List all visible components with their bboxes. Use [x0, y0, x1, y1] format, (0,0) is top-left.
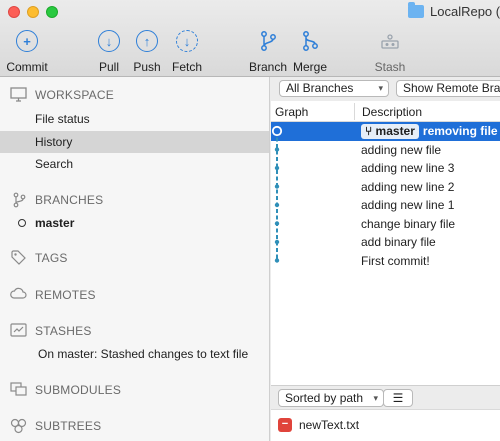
submodules-section-header[interactable]: SUBMODULES: [10, 382, 121, 397]
column-divider: [354, 103, 355, 120]
commit-row[interactable]: adding new line 1: [271, 196, 500, 215]
plus-icon: +: [16, 30, 38, 52]
tags-section-header[interactable]: TAGS: [10, 250, 68, 265]
graph-node: [274, 239, 280, 245]
chevron-down-icon: ▾: [373, 393, 379, 403]
stash-icon: [379, 30, 401, 52]
branch-filter-select[interactable]: All Branches ▾: [279, 80, 389, 97]
folder-icon: [408, 2, 424, 18]
graph-node: [271, 125, 283, 137]
commit-button[interactable]: + Commit: [2, 30, 52, 74]
files-toolbar: Sorted by path ▾ ☰: [271, 385, 500, 409]
fetch-button[interactable]: ↓ Fetch: [162, 30, 212, 74]
sidebar-item-history[interactable]: History: [0, 131, 269, 153]
commit-row[interactable]: adding new file: [271, 141, 500, 160]
branch-label: ⑂ master: [361, 124, 419, 139]
workspace-section-header[interactable]: WORKSPACE: [10, 87, 114, 102]
chevron-down-icon: ▾: [378, 83, 383, 93]
graph-node: [274, 165, 280, 171]
stash-button[interactable]: Stash: [365, 30, 415, 74]
stash-icon: [10, 323, 27, 338]
minimize-window-button[interactable]: [27, 6, 39, 18]
commit-graph: [271, 125, 283, 263]
commit-list: ⑂ master removing file adding new file ad…: [271, 122, 500, 385]
description-column-header[interactable]: Description: [362, 105, 422, 119]
history-column-headers: Graph Description: [271, 101, 500, 122]
commit-row[interactable]: adding new line 3: [271, 159, 500, 178]
removed-file-icon: −: [278, 418, 292, 432]
submodule-icon: [10, 382, 27, 397]
window-title: LocalRepo (G: [408, 2, 500, 19]
show-remote-branches-toggle[interactable]: Show Remote Branches: [396, 80, 500, 97]
branches-section-header[interactable]: BRANCHES: [10, 192, 103, 208]
fetch-icon: ↓: [176, 30, 198, 52]
toolbar: LocalRepo (G + Commit ↓ Pull ↑ Push ↓ Fe…: [0, 0, 500, 77]
list-icon: ☰: [392, 391, 404, 405]
current-branch-indicator: [18, 219, 26, 227]
graph-node: [274, 258, 280, 263]
cloud-icon: [10, 287, 27, 302]
list-view-button[interactable]: ☰: [383, 389, 413, 407]
commit-row[interactable]: First commit!: [271, 252, 500, 271]
close-window-button[interactable]: [8, 6, 20, 18]
commit-row[interactable]: add binary file: [271, 233, 500, 252]
merge-button[interactable]: Merge: [285, 30, 335, 74]
tag-icon: [10, 250, 27, 265]
stashes-section-header[interactable]: STASHES: [10, 323, 92, 338]
remotes-section-header[interactable]: REMOTES: [10, 287, 96, 302]
commit-row[interactable]: ⑂ master removing file: [271, 122, 500, 141]
graph-node: [274, 221, 280, 226]
branch-icon: [257, 30, 279, 52]
sidebar-item-branch-master[interactable]: master: [0, 212, 269, 234]
graph-column-header[interactable]: Graph: [275, 105, 308, 119]
graph-node: [274, 202, 280, 208]
sort-select[interactable]: Sorted by path ▾: [278, 389, 385, 407]
commit-row[interactable]: change binary file: [271, 215, 500, 234]
arrow-up-icon: ↑: [136, 30, 158, 52]
commit-row[interactable]: adding new line 2: [271, 178, 500, 197]
zoom-window-button[interactable]: [46, 6, 58, 18]
subtree-icon: [10, 418, 27, 434]
history-filter-bar: All Branches ▾ Show Remote Branches: [271, 77, 500, 100]
branch-icon: [10, 192, 27, 208]
graph-node: [274, 184, 280, 189]
monitor-icon: [10, 87, 27, 102]
graph-node: [274, 147, 280, 152]
file-list-item[interactable]: − newText.txt: [271, 409, 500, 441]
sidebar-item-search[interactable]: Search: [0, 153, 269, 175]
merge-icon: [299, 30, 321, 52]
arrow-down-icon: ↓: [98, 30, 120, 52]
subtrees-section-header[interactable]: SUBTREES: [10, 418, 101, 434]
sidebar-item-file-status[interactable]: File status: [0, 108, 269, 130]
sidebar-item-stash[interactable]: On master: Stashed changes to text file: [0, 343, 269, 365]
sidebar: WORKSPACE File status History Search BRA…: [0, 77, 270, 441]
